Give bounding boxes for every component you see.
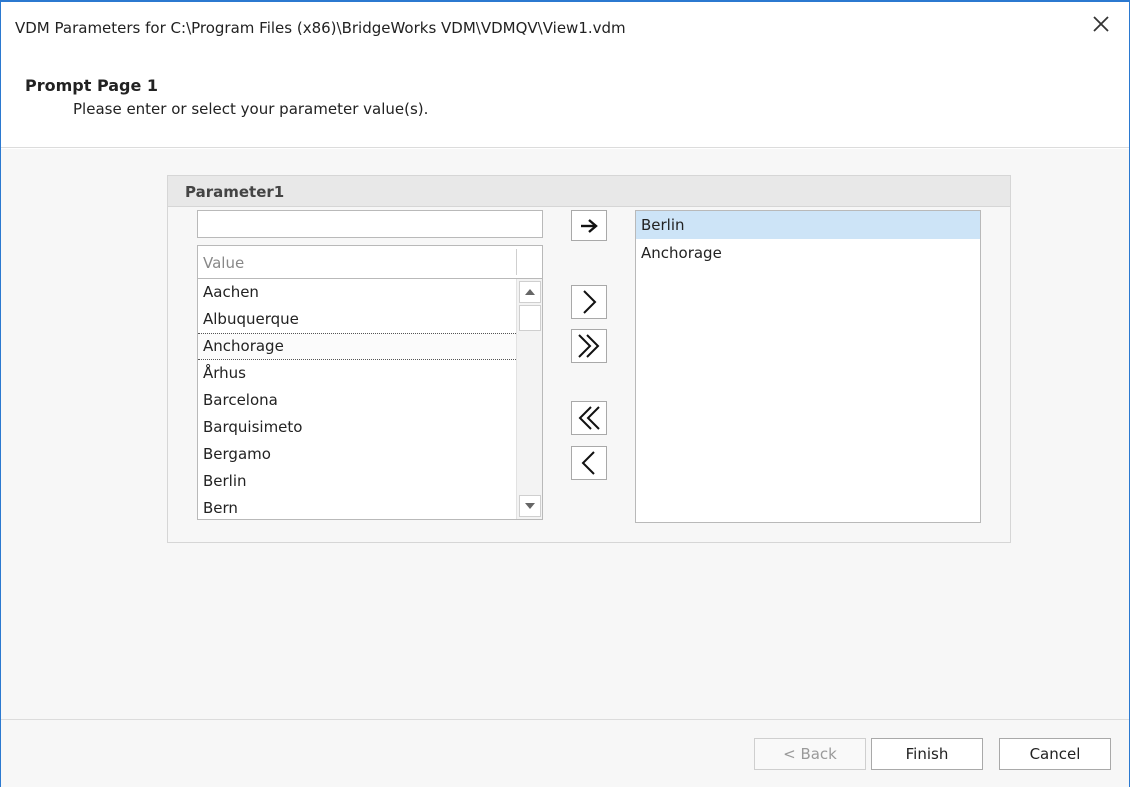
finish-button[interactable]: Finish [871, 738, 983, 770]
vertical-scrollbar[interactable] [516, 279, 542, 519]
remove-selected-button[interactable] [571, 446, 607, 480]
selected-values-list[interactable]: Berlin Anchorage [635, 210, 981, 523]
page-header: Prompt Page 1 Please enter or select you… [1, 50, 1129, 148]
triangle-up-icon [525, 289, 535, 295]
selected-value-item[interactable]: Berlin [636, 211, 980, 239]
add-all-button[interactable] [571, 329, 607, 363]
column-separator [516, 249, 517, 275]
double-chevron-left-icon [578, 406, 600, 430]
available-value-item[interactable]: Berlin [198, 468, 516, 495]
selected-value-item[interactable]: Anchorage [636, 239, 980, 267]
available-value-item[interactable]: Albuquerque [198, 306, 516, 333]
content-area: Parameter1 Value Aachen Albuquerque Anchor… [1, 149, 1129, 719]
arrow-right-icon [581, 218, 598, 233]
remove-all-button[interactable] [571, 401, 607, 435]
scroll-thumb[interactable] [519, 305, 541, 331]
dialog-window: VDM Parameters for C:\Program Files (x86… [0, 0, 1130, 787]
available-values-body: Aachen Albuquerque Anchorage Århus Barcelona… [198, 279, 516, 519]
available-values-list[interactable]: Value Aachen Albuquerque Anchorage Århus Bar… [197, 245, 543, 520]
parameter-title: Parameter1 [185, 183, 285, 201]
page-title: Prompt Page 1 [25, 76, 159, 95]
value-column-header[interactable]: Value [198, 246, 542, 279]
close-button[interactable] [1089, 12, 1113, 36]
available-value-item[interactable]: Anchorage [198, 333, 516, 360]
close-icon [1093, 16, 1109, 32]
available-value-item[interactable]: Århus [198, 360, 516, 387]
available-value-item[interactable]: Bern [198, 495, 516, 519]
add-selected-button[interactable] [571, 285, 607, 319]
available-value-item[interactable]: Bergamo [198, 441, 516, 468]
scroll-down-button[interactable] [519, 495, 541, 517]
chevron-right-icon [583, 290, 597, 314]
parameter-group: Parameter1 Value Aachen Albuquerque Anchor… [167, 175, 1011, 543]
double-chevron-right-icon [578, 334, 600, 358]
available-value-item[interactable]: Barcelona [198, 387, 516, 414]
title-bar: VDM Parameters for C:\Program Files (x86… [1, 2, 1129, 50]
wizard-footer: < Back Finish Cancel [1, 719, 1129, 787]
add-typed-value-button[interactable] [571, 210, 607, 241]
window-title: VDM Parameters for C:\Program Files (x86… [15, 19, 626, 37]
value-column-label: Value [203, 254, 245, 272]
cancel-button[interactable]: Cancel [999, 738, 1111, 770]
triangle-down-icon [525, 503, 535, 509]
available-value-item[interactable]: Aachen [198, 279, 516, 306]
back-button[interactable]: < Back [754, 738, 866, 770]
scroll-up-button[interactable] [519, 281, 541, 303]
available-value-item[interactable]: Barquisimeto [198, 414, 516, 441]
parameter-group-header: Parameter1 [168, 176, 1010, 207]
chevron-left-icon [581, 451, 595, 475]
value-filter-input[interactable] [197, 210, 543, 238]
page-subtitle: Please enter or select your parameter va… [73, 100, 429, 118]
